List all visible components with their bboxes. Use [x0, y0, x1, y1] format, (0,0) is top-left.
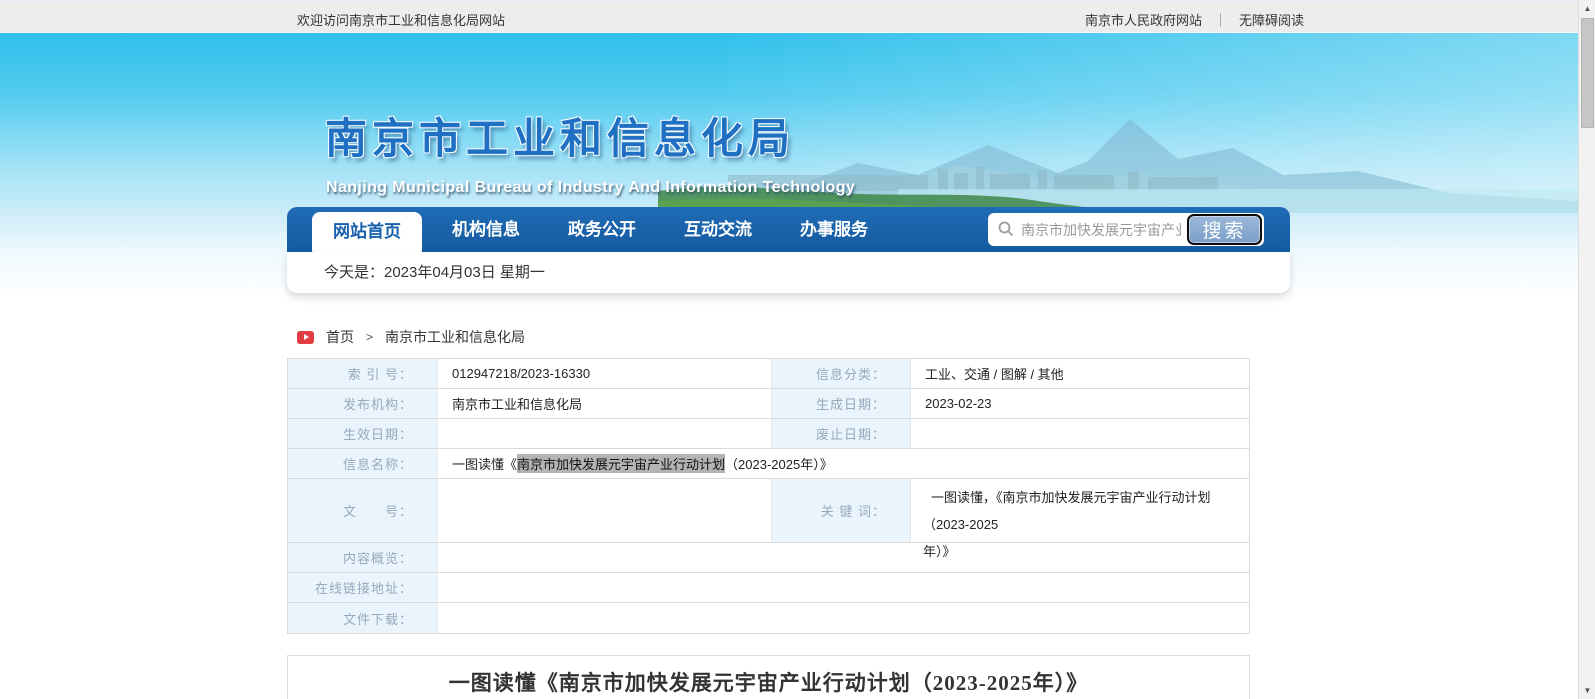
table-row: 信息名称： 一图读懂《南京市加快发展元宇宙产业行动计划（2023-2025年）》: [288, 449, 1249, 479]
table-row: 索 引 号： 012947218/2023-16330 信息分类： 工业、交通 …: [288, 359, 1249, 389]
index-number-value: 012947218/2023-16330: [438, 359, 771, 388]
accessibility-link[interactable]: 无障碍阅读: [1239, 10, 1304, 29]
nav-tab-org-info[interactable]: 机构信息: [428, 207, 544, 252]
search-input[interactable]: [1021, 213, 1181, 246]
topbar-separator: ｜: [1214, 10, 1227, 29]
breadcrumb-separator: >: [366, 330, 373, 344]
table-row: 生效日期： 废止日期：: [288, 419, 1249, 449]
welcome-text: 欢迎访问南京市工业和信息化局网站: [297, 10, 505, 29]
today-date-text: 今天是：2023年04月03日 星期一: [324, 252, 545, 293]
nav-tab-services[interactable]: 办事服务: [776, 207, 892, 252]
publish-date-label: 生成日期：: [771, 389, 911, 418]
header-banner: 南京市工业和信息化局 Nanjing Municipal Bureau of I…: [0, 33, 1578, 213]
info-name-prefix: 一图读懂《: [452, 454, 517, 473]
article-box: 一图读懂《南京市加快发展元宇宙产业行动计划（2023-2025年）》: [287, 655, 1250, 699]
scrollbar-thumb[interactable]: [1581, 18, 1594, 128]
site-subtitle-en: Nanjing Municipal Bureau of Industry And…: [326, 179, 855, 197]
info-name-suffix: （2023-2025年）》: [725, 454, 833, 473]
table-row: 文 号： 关 键 词： 一图读懂，《南京市加快发展元宇宙产业行动计划（2023-…: [288, 479, 1249, 543]
keywords-value: 一图读懂，《南京市加快发展元宇宙产业行动计划（2023-2025 年）》: [911, 479, 1249, 542]
table-row: 文件下载：: [288, 603, 1249, 633]
breadcrumb-home-link[interactable]: 首页: [326, 327, 354, 347]
table-row: 内容概览：: [288, 543, 1249, 573]
breadcrumb-current: 南京市工业和信息化局: [385, 327, 525, 347]
vertical-scrollbar[interactable]: ▲ ▼: [1578, 0, 1595, 699]
publisher-label: 发布机构：: [288, 389, 438, 418]
nav-tab-home[interactable]: 网站首页: [312, 212, 422, 256]
doc-number-label: 文 号：: [288, 479, 438, 542]
index-number-label: 索 引 号：: [288, 359, 438, 388]
search-button[interactable]: 搜索: [1187, 214, 1262, 245]
info-name-label: 信息名称：: [288, 449, 438, 478]
main-nav: 网站首页 机构信息 政务公开 互动交流 办事服务 搜索: [287, 207, 1290, 252]
search-icon: [998, 221, 1014, 237]
home-play-icon: [297, 331, 314, 344]
page: 欢迎访问南京市工业和信息化局网站 南京市人民政府网站 ｜ 无障碍阅读: [0, 0, 1595, 699]
site-title: 南京市工业和信息化局: [325, 105, 795, 166]
gov-site-link[interactable]: 南京市人民政府网站: [1085, 10, 1202, 29]
publisher-value: 南京市工业和信息化局: [438, 389, 771, 418]
topbar-links: 南京市人民政府网站 ｜ 无障碍阅读: [1085, 10, 1304, 29]
effective-date-label: 生效日期：: [288, 419, 438, 448]
content-overview-value: [438, 543, 1249, 572]
file-download-label: 文件下载：: [288, 603, 438, 633]
date-bar: 今天是：2023年04月03日 星期一: [287, 252, 1290, 293]
info-name-selected-text: 南京市加快发展元宇宙产业行动计划: [517, 454, 725, 473]
breadcrumb: 首页 > 南京市工业和信息化局: [297, 327, 525, 347]
doc-number-value: [438, 479, 771, 542]
scroll-up-icon[interactable]: ▲: [1579, 0, 1595, 17]
table-row: 发布机构： 南京市工业和信息化局 生成日期： 2023-02-23: [288, 389, 1249, 419]
online-link-value: [438, 573, 1249, 602]
article-title: 一图读懂《南京市加快发展元宇宙产业行动计划（2023-2025年）》: [288, 667, 1249, 697]
keywords-line: 一图读懂，《南京市加快发展元宇宙产业行动计划（2023-2025: [923, 484, 1235, 538]
document-info-table: 索 引 号： 012947218/2023-16330 信息分类： 工业、交通 …: [287, 358, 1250, 634]
effective-date-value: [438, 419, 771, 448]
info-category-value: 工业、交通 / 图解 / 其他: [911, 359, 1249, 388]
top-utility-bar: 欢迎访问南京市工业和信息化局网站 南京市人民政府网站 ｜ 无障碍阅读: [0, 0, 1595, 33]
keywords-label: 关 键 词：: [771, 479, 911, 542]
info-name-value: 一图读懂《南京市加快发展元宇宙产业行动计划（2023-2025年）》: [438, 449, 1249, 478]
file-download-value: [438, 603, 1249, 633]
publish-date-value: 2023-02-23: [911, 389, 1249, 418]
nav-container: 网站首页 机构信息 政务公开 互动交流 办事服务 搜索 今天是：2023年04月…: [287, 207, 1290, 293]
info-category-label: 信息分类：: [771, 359, 911, 388]
search-box: 搜索: [988, 213, 1264, 246]
online-link-label: 在线链接地址：: [288, 573, 438, 602]
repeal-date-value: [911, 419, 1249, 448]
scroll-down-icon[interactable]: ▼: [1579, 682, 1595, 699]
nav-tab-gov-affairs[interactable]: 政务公开: [544, 207, 660, 252]
nav-tabs: 网站首页 机构信息 政务公开 互动交流 办事服务: [312, 207, 892, 252]
nav-tab-interaction[interactable]: 互动交流: [660, 207, 776, 252]
table-row: 在线链接地址：: [288, 573, 1249, 603]
content-overview-label: 内容概览：: [288, 543, 438, 572]
repeal-date-label: 废止日期：: [771, 419, 911, 448]
